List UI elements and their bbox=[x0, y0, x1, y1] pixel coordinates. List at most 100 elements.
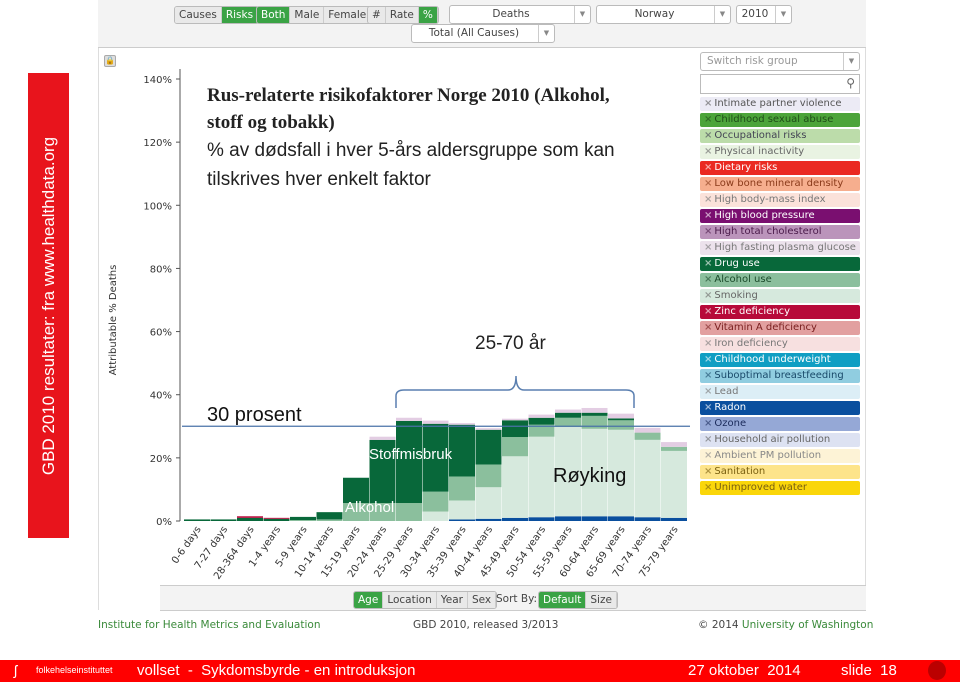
bar-radon[interactable] bbox=[634, 517, 661, 521]
bar-smoking[interactable] bbox=[502, 456, 528, 518]
bar-drug-use[interactable] bbox=[502, 420, 528, 438]
toggle-sex[interactable]: Sex bbox=[467, 592, 497, 608]
bar-drug-use[interactable] bbox=[263, 518, 290, 521]
remove-icon[interactable]: × bbox=[704, 402, 712, 413]
remove-icon[interactable]: × bbox=[704, 386, 712, 397]
bar-alcohol-use[interactable] bbox=[475, 464, 502, 488]
bar-alcohol-use[interactable] bbox=[502, 437, 528, 457]
risk-search-input[interactable]: ⚲ bbox=[700, 74, 860, 94]
bar-high-total-cholesterol[interactable] bbox=[502, 418, 528, 421]
legend-item[interactable]: × Ambient PM pollution bbox=[700, 449, 860, 463]
remove-icon[interactable]: × bbox=[704, 354, 712, 365]
legend-item[interactable]: × Drug use bbox=[700, 257, 860, 271]
bar-drug-use[interactable] bbox=[555, 412, 581, 418]
remove-icon[interactable]: × bbox=[704, 322, 712, 333]
remove-icon[interactable]: × bbox=[704, 114, 712, 125]
bar-radon[interactable] bbox=[475, 518, 502, 521]
bar-smoking[interactable] bbox=[528, 436, 555, 518]
bar-radon[interactable] bbox=[555, 516, 581, 521]
bar-high-total-cholesterol[interactable] bbox=[396, 417, 422, 421]
legend-item[interactable]: × Childhood underweight bbox=[700, 353, 860, 367]
bar-alcohol-use[interactable] bbox=[449, 476, 475, 501]
remove-icon[interactable]: × bbox=[704, 178, 712, 189]
bar-high-total-cholesterol[interactable] bbox=[475, 428, 502, 430]
remove-icon[interactable]: × bbox=[704, 466, 712, 477]
bar-high-total-cholesterol[interactable] bbox=[528, 414, 555, 418]
bar-drug-use[interactable] bbox=[528, 417, 555, 425]
bar-drug-use[interactable] bbox=[581, 412, 608, 416]
toggle-default[interactable]: Default bbox=[539, 592, 587, 608]
bar-drug-use[interactable] bbox=[184, 519, 210, 521]
bar-alcohol-use[interactable] bbox=[422, 491, 449, 512]
toggle-[interactable]: % bbox=[418, 7, 438, 23]
toggle-both[interactable]: Both bbox=[257, 7, 291, 23]
remove-icon[interactable]: × bbox=[704, 370, 712, 381]
toggle-causes[interactable]: Causes bbox=[175, 7, 222, 23]
bar-high-total-cholesterol[interactable] bbox=[369, 436, 396, 440]
bar-radon[interactable] bbox=[661, 517, 687, 521]
bar-smoking[interactable] bbox=[661, 450, 687, 518]
remove-icon[interactable]: × bbox=[704, 194, 712, 205]
toggle-year[interactable]: Year bbox=[436, 592, 468, 608]
remove-icon[interactable]: × bbox=[704, 162, 712, 173]
remove-icon[interactable]: × bbox=[704, 98, 712, 109]
toggle-male[interactable]: Male bbox=[290, 7, 325, 23]
bar-radon[interactable] bbox=[449, 519, 475, 521]
bar-high-total-cholesterol[interactable] bbox=[661, 442, 687, 447]
remove-icon[interactable]: × bbox=[704, 242, 712, 253]
legend-item[interactable]: × Ozone bbox=[700, 417, 860, 431]
bar-high-total-cholesterol[interactable] bbox=[422, 420, 449, 424]
bar-drug-use[interactable] bbox=[475, 429, 502, 465]
ihme-link[interactable]: Institute for Health Metrics and Evaluat… bbox=[98, 619, 320, 631]
toggle-age[interactable]: Age bbox=[354, 592, 384, 608]
bar-alcohol-use[interactable] bbox=[634, 432, 661, 440]
toggle-female[interactable]: Female bbox=[324, 7, 372, 23]
legend-item[interactable]: × Suboptimal breastfeeding bbox=[700, 369, 860, 383]
bar-alcohol-use[interactable] bbox=[608, 420, 634, 430]
bar-radon[interactable] bbox=[502, 517, 528, 521]
legend-item[interactable]: × Low bone mineral density bbox=[700, 177, 860, 191]
toggle-risks[interactable]: Risks bbox=[221, 7, 259, 23]
bar-alcohol-use[interactable] bbox=[290, 520, 316, 521]
legend-item[interactable]: × Intimate partner violence bbox=[700, 97, 860, 111]
bar-alcohol-use[interactable] bbox=[661, 446, 687, 451]
remove-icon[interactable]: × bbox=[704, 290, 712, 301]
legend-item[interactable]: × High blood pressure bbox=[700, 209, 860, 223]
bar-alcohol-use[interactable] bbox=[555, 417, 581, 427]
remove-icon[interactable]: × bbox=[704, 226, 712, 237]
toggle-rate[interactable]: Rate bbox=[385, 7, 419, 23]
bar-smoking[interactable] bbox=[449, 500, 475, 520]
cause-select[interactable]: Total (All Causes) ▼ bbox=[411, 24, 555, 43]
legend-item[interactable]: × Zinc deficiency bbox=[700, 305, 860, 319]
remove-icon[interactable]: × bbox=[704, 210, 712, 221]
bar-radon[interactable] bbox=[608, 516, 634, 521]
bar-alcohol-use[interactable] bbox=[316, 519, 343, 521]
toggle-location[interactable]: Location bbox=[383, 592, 437, 608]
legend-item[interactable]: × High fasting plasma glucose bbox=[700, 241, 860, 255]
bar-zinc-deficiency[interactable] bbox=[237, 516, 263, 518]
bar-zinc-deficiency[interactable] bbox=[263, 517, 290, 519]
legend-item[interactable]: × Sanitation bbox=[700, 465, 860, 479]
toggle-[interactable]: # bbox=[368, 7, 386, 23]
bar-smoking[interactable] bbox=[475, 487, 502, 519]
bar-high-total-cholesterol[interactable] bbox=[634, 427, 661, 433]
bar-drug-use[interactable] bbox=[210, 519, 237, 521]
bar-drug-use[interactable] bbox=[608, 418, 634, 421]
remove-icon[interactable]: × bbox=[704, 130, 712, 141]
bar-high-total-cholesterol[interactable] bbox=[608, 413, 634, 419]
legend-item[interactable]: × Childhood sexual abuse bbox=[700, 113, 860, 127]
bar-radon[interactable] bbox=[581, 516, 608, 521]
remove-icon[interactable]: × bbox=[704, 418, 712, 429]
remove-icon[interactable]: × bbox=[704, 434, 712, 445]
remove-icon[interactable]: × bbox=[704, 146, 712, 157]
legend-item[interactable]: × Occupational risks bbox=[700, 129, 860, 143]
legend-item[interactable]: × High total cholesterol bbox=[700, 225, 860, 239]
toggle-size[interactable]: Size bbox=[586, 592, 617, 608]
bar-drug-use[interactable] bbox=[449, 424, 475, 477]
bar-smoking[interactable] bbox=[422, 511, 449, 521]
bar-smoking[interactable] bbox=[634, 439, 661, 518]
legend-item[interactable]: × Radon bbox=[700, 401, 860, 415]
uw-link[interactable]: University of Washington bbox=[742, 619, 873, 631]
measure-select[interactable]: Deaths ▼ bbox=[449, 5, 591, 24]
switch-risk-group-select[interactable]: Switch risk group ▼ bbox=[700, 52, 860, 71]
